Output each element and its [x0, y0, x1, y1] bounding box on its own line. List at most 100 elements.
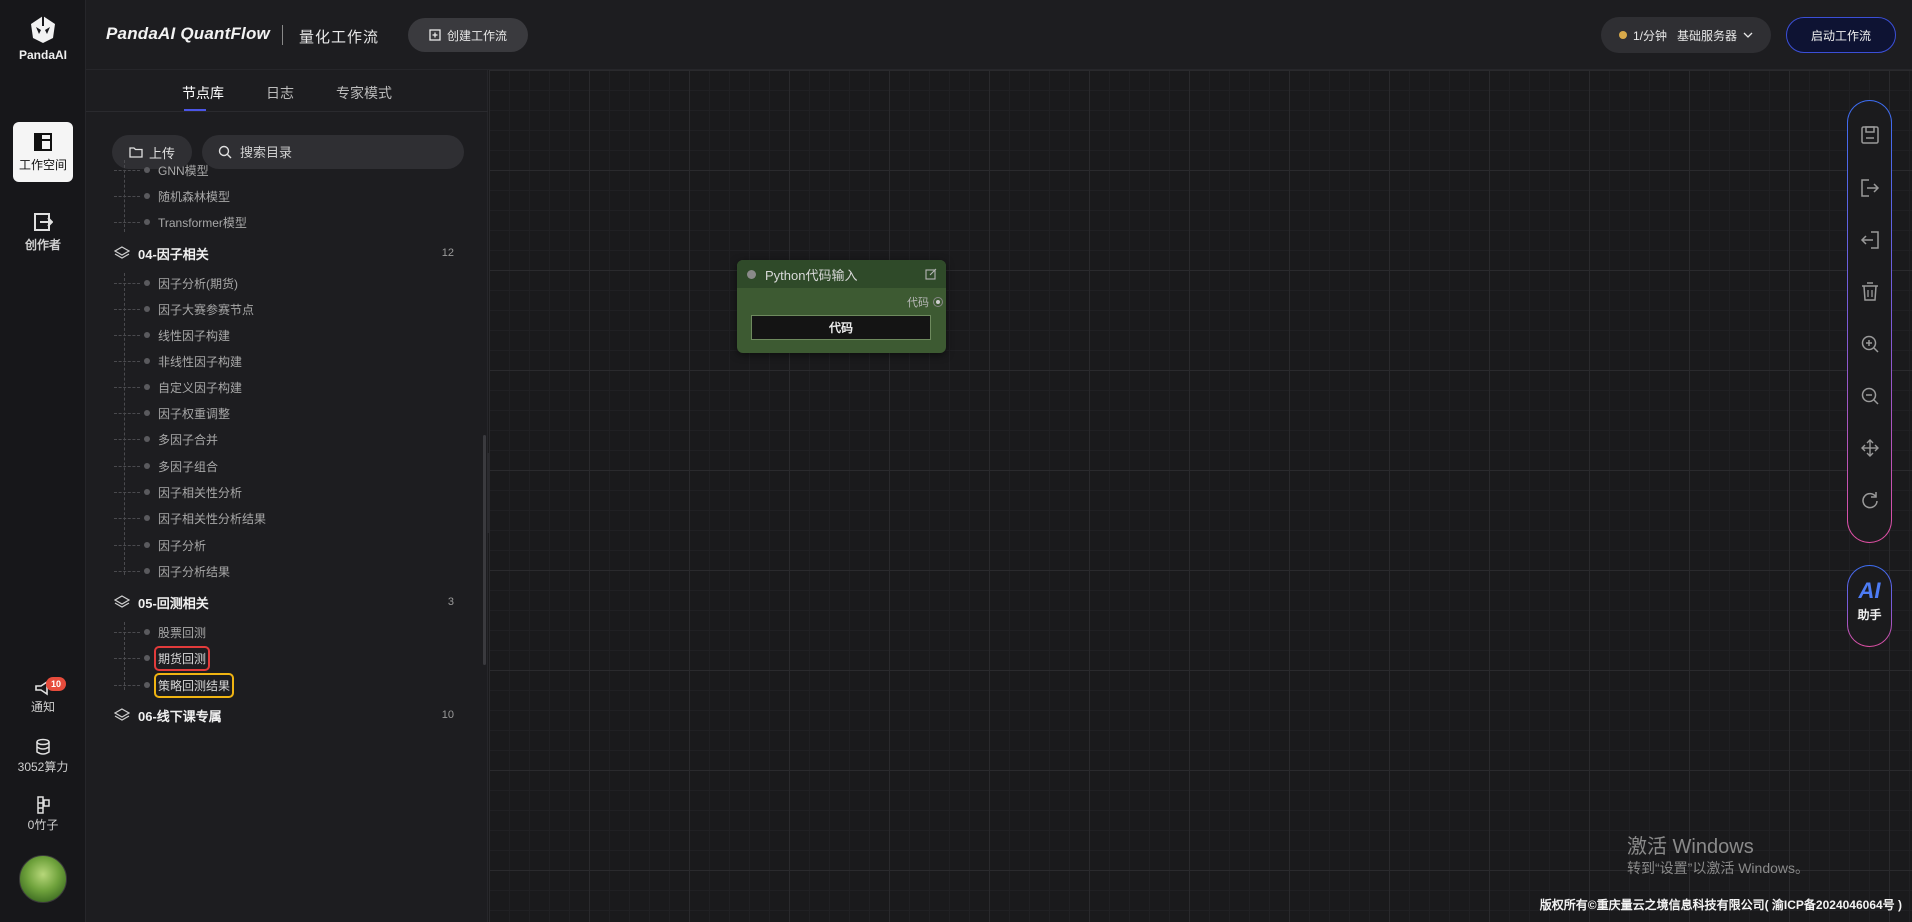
app-logo[interactable]: PandaAI [0, 14, 86, 62]
node-dot-icon [144, 682, 150, 688]
node-dot-icon [144, 410, 150, 416]
tree-connector [114, 221, 140, 223]
node-output-label: 代码 [907, 297, 929, 309]
tree-leaf-label: 随机森林模型 [158, 189, 231, 204]
search-input[interactable] [240, 144, 440, 160]
tree-leaf[interactable]: 因子权重调整 [114, 403, 230, 423]
tree-group-backtest[interactable]: 05-回测相关 3 [114, 591, 460, 613]
tree-leaf[interactable]: 策略回测结果 [114, 672, 235, 698]
windows-activation-hint: 转到“设置”以激活 Windows。 [1627, 860, 1810, 876]
tree-leaf[interactable]: 因子大赛参赛节点 [114, 299, 254, 319]
nav-notify[interactable]: 10 通知 [0, 677, 86, 715]
top-header: PandaAI QuantFlow 量化工作流 创建工作流 1/分钟 基础服务器… [86, 0, 1912, 70]
panel-scrollbar[interactable] [483, 435, 486, 665]
tree-leaf[interactable]: 多因子组合 [114, 456, 218, 476]
tree-leaf[interactable]: 因子分析 [114, 535, 206, 555]
tree-leaf[interactable]: Transformer模型 [114, 212, 247, 232]
nav-workspace[interactable]: 工作空间 [13, 122, 73, 182]
server-rate: 1/分钟 [1632, 28, 1667, 43]
tab-node-library[interactable]: 节点库 [182, 83, 224, 103]
node-dot-icon [144, 542, 150, 548]
tree-leaf[interactable]: 因子分析(期货) [114, 273, 238, 293]
zoom-out-icon[interactable] [1859, 385, 1881, 407]
create-workflow-button[interactable]: 创建工作流 [408, 18, 528, 52]
node-dot-icon [144, 193, 150, 199]
export-icon[interactable] [1859, 177, 1881, 199]
brand-subtitle: 量化工作流 [299, 29, 380, 46]
node-dot-icon [144, 629, 150, 635]
group-title: 04-因子相关 [138, 246, 209, 262]
search-box[interactable] [202, 135, 464, 169]
windows-activation-title: 激活 Windows [1627, 836, 1754, 858]
ai-assistant-button[interactable]: AI 助手 [1847, 565, 1892, 647]
tree-group-offline[interactable]: 06-线下课专属 10 [114, 704, 460, 726]
tree-connector [114, 491, 140, 493]
avatar[interactable] [19, 855, 67, 903]
workspace-icon [34, 133, 52, 151]
tree-leaf[interactable]: 因子相关性分析 [114, 482, 242, 502]
import-icon[interactable] [1859, 229, 1881, 251]
plus-square-icon [429, 29, 441, 41]
edit-icon[interactable] [925, 268, 937, 280]
chevron-down-icon [1743, 32, 1753, 38]
tree-leaf-label: 自定义因子构建 [158, 380, 243, 395]
server-name: 基础服务器 [1677, 28, 1738, 43]
tree-connector [114, 544, 140, 546]
tree-connector [114, 517, 140, 519]
server-selector[interactable]: 1/分钟 基础服务器 [1601, 17, 1771, 53]
brand-divider [282, 25, 283, 45]
refresh-icon[interactable] [1859, 489, 1881, 511]
tree-leaf[interactable]: 期货回测 [114, 645, 211, 671]
tab-expert-mode[interactable]: 专家模式 [336, 83, 392, 103]
node-code-button[interactable]: 代码 [751, 315, 931, 340]
output-port[interactable] [934, 298, 942, 306]
tree-leaf[interactable]: 线性因子构建 [114, 325, 230, 345]
nav-compute[interactable]: 3052算力 [0, 738, 86, 775]
group-title: 05-回测相关 [138, 595, 209, 611]
node-header[interactable]: Python代码输入 [737, 260, 946, 288]
node-dot-icon [144, 332, 150, 338]
tree-leaf-label: 因子权重调整 [158, 406, 231, 421]
node-dot-icon [144, 167, 150, 173]
canvas-toolbar [1847, 100, 1892, 543]
nav-workspace-label: 工作空间 [18, 158, 67, 172]
node-title: Python代码输入 [765, 267, 858, 283]
tree-leaf[interactable]: 非线性因子构建 [114, 351, 242, 371]
start-workflow-button[interactable]: 启动工作流 [1786, 17, 1896, 53]
nav-creator[interactable]: 创作者 [13, 202, 73, 262]
tree-leaf[interactable]: 多因子合并 [114, 429, 218, 449]
tree-leaf[interactable]: 股票回测 [114, 622, 206, 642]
tree-leaf-label-highlighted: 期货回测 [153, 645, 211, 671]
fit-view-icon[interactable] [1859, 437, 1881, 459]
tree-leaf[interactable]: 自定义因子构建 [114, 377, 242, 397]
tree-connector [114, 282, 140, 284]
database-icon [36, 738, 50, 755]
node-dot-icon [144, 280, 150, 286]
tree-leaf[interactable]: 因子相关性分析结果 [114, 508, 266, 528]
tree-leaf-label: Transformer模型 [158, 215, 247, 230]
tree-connector [114, 438, 140, 440]
node-dot-icon [144, 568, 150, 574]
layers-icon [114, 708, 130, 721]
tree-connector [114, 386, 140, 388]
tree-group-factors[interactable]: 04-因子相关 12 [114, 242, 460, 264]
tree-leaf[interactable]: 随机森林模型 [114, 186, 230, 206]
tree-connector [114, 195, 140, 197]
ai-logo-text: AI [1858, 578, 1881, 603]
tab-log[interactable]: 日志 [266, 83, 294, 103]
save-icon[interactable] [1859, 124, 1881, 146]
tree-leaf[interactable]: GNN模型 [114, 160, 209, 180]
layers-icon [114, 246, 130, 259]
tree-leaf-label: 线性因子构建 [158, 328, 231, 343]
nav-bamboo[interactable]: 0竹子 [0, 796, 86, 833]
tree-connector [114, 631, 140, 633]
tree-leaf[interactable]: 因子分析结果 [114, 561, 230, 581]
delete-icon[interactable] [1859, 281, 1881, 303]
notify-badge: 10 [46, 677, 66, 691]
tree-connector [114, 308, 140, 310]
node-dot-icon [144, 436, 150, 442]
zoom-in-icon[interactable] [1859, 333, 1881, 355]
python-code-node[interactable]: Python代码输入 代码 代码 [737, 260, 946, 353]
nav-notify-label: 通知 [30, 700, 55, 714]
workflow-canvas[interactable] [489, 70, 1912, 922]
